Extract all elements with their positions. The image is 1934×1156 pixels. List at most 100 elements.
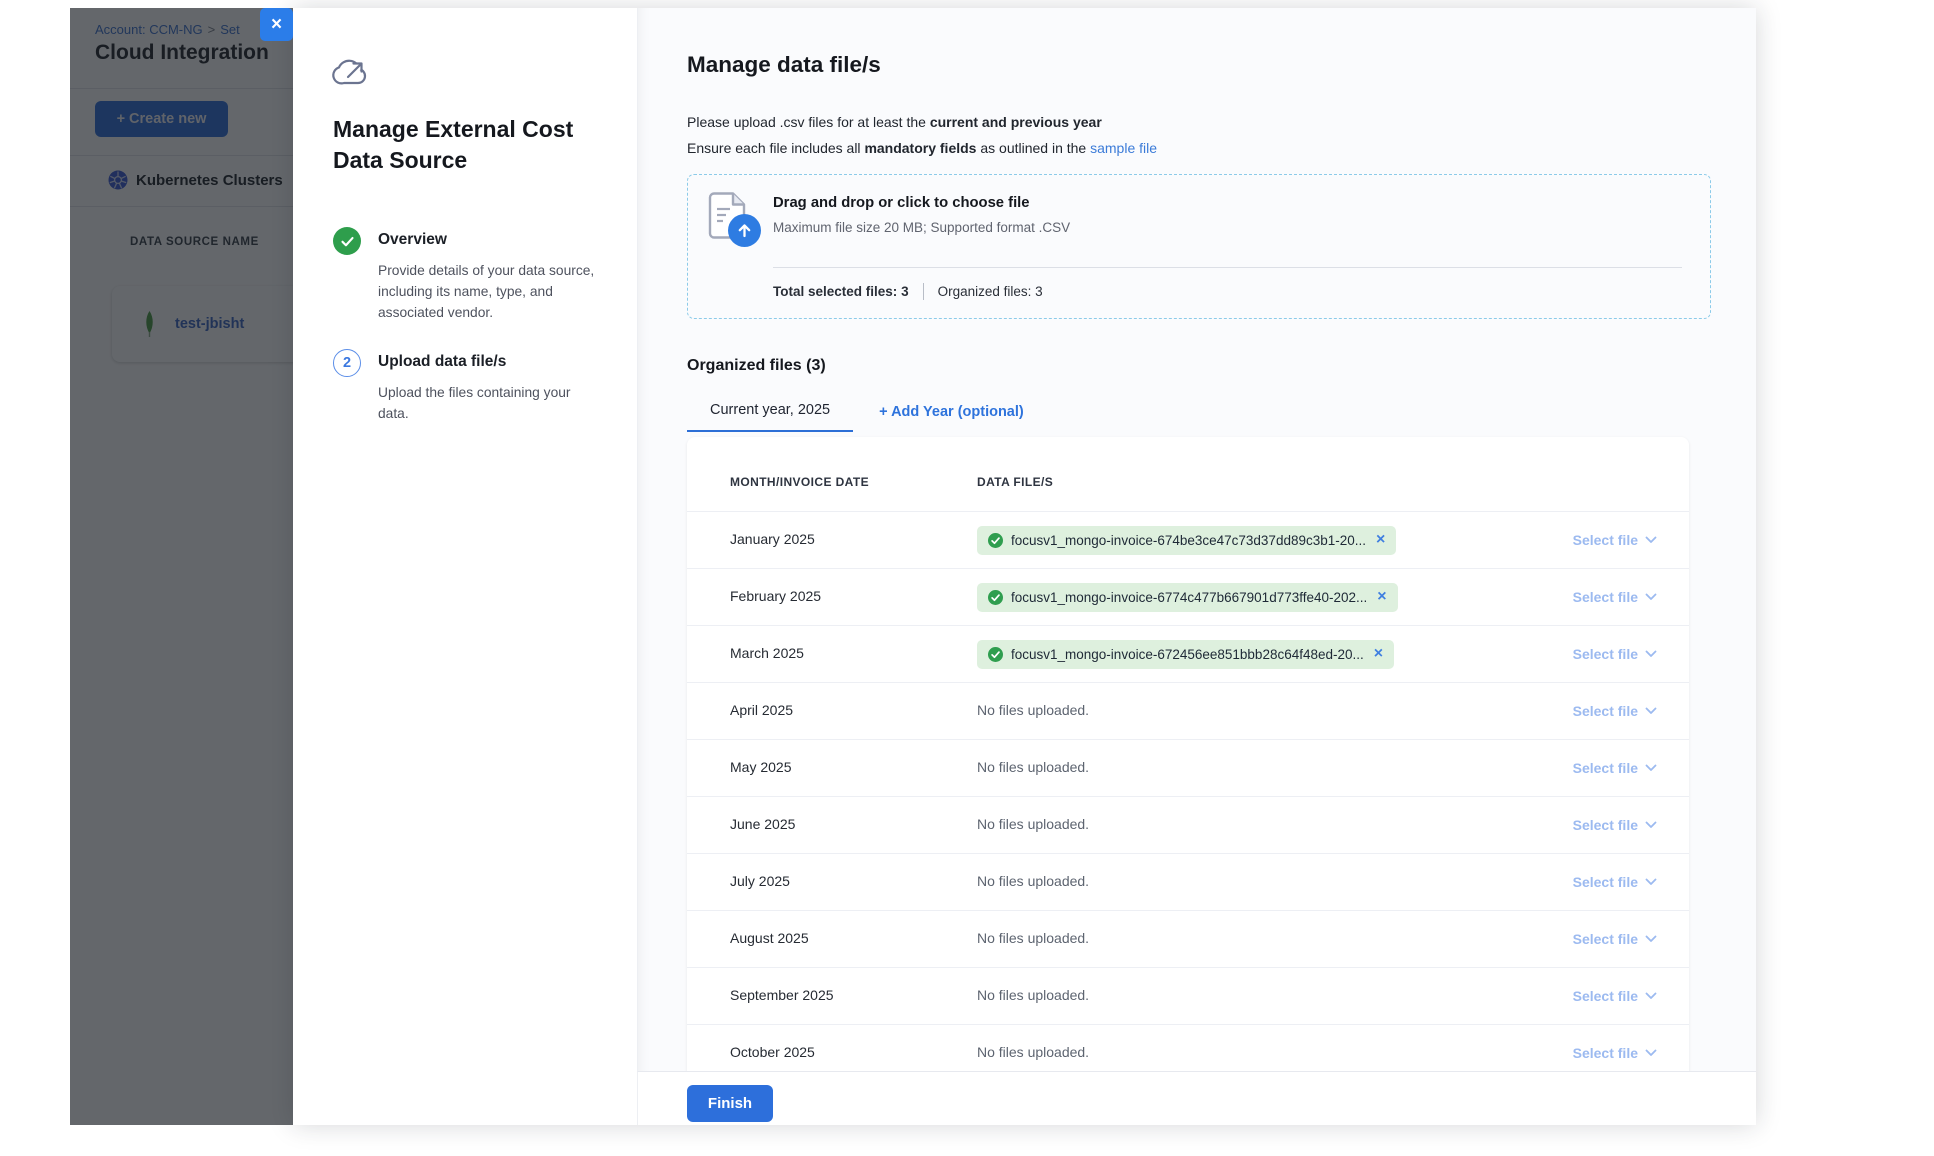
table-row: February 2025 focusv1_mongo-invoice-6774c…: [687, 568, 1689, 625]
no-files-text: No files uploaded.: [977, 1044, 1089, 1060]
column-header-data-files: DATA FILE/S: [977, 475, 1523, 489]
instruction-line-2: Ensure each file includes all mandatory …: [687, 140, 1157, 156]
breadcrumb: Account: CCM-NG > Set: [95, 22, 240, 37]
dialog-footer: Finish: [637, 1071, 1756, 1125]
sample-file-link[interactable]: sample file: [1090, 140, 1157, 156]
column-header-month: MONTH/INVOICE DATE: [687, 475, 977, 489]
select-file-dropdown[interactable]: Select file: [1573, 532, 1657, 548]
finish-button[interactable]: Finish: [687, 1085, 773, 1122]
upload-arrow-icon: [728, 214, 761, 247]
step-upload-label: Upload data file/s: [378, 353, 506, 371]
month-label: June 2025: [730, 816, 795, 832]
instruction-text: as outlined in the: [976, 140, 1090, 156]
file-dropzone[interactable]: Drag and drop or click to choose file Ma…: [687, 174, 1711, 319]
screen: Account: CCM-NG > Set Cloud Integration + …: [0, 0, 1934, 1156]
select-file-label: Select file: [1573, 988, 1638, 1004]
select-file-label: Select file: [1573, 589, 1638, 605]
remove-file-icon[interactable]: ×: [1377, 591, 1386, 603]
remove-file-icon[interactable]: ×: [1374, 648, 1383, 660]
totals-separator: [923, 283, 924, 300]
table-row: July 2025 No files uploaded. Select file: [687, 853, 1689, 910]
select-file-dropdown[interactable]: Select file: [1573, 760, 1657, 776]
uploaded-file-chip[interactable]: focusv1_mongo-invoice-6774c477b667901d77…: [977, 583, 1398, 612]
dropzone-title: Drag and drop or click to choose file: [773, 195, 1030, 211]
no-files-text: No files uploaded.: [977, 873, 1089, 889]
select-file-dropdown[interactable]: Select file: [1573, 1045, 1657, 1061]
select-file-dropdown[interactable]: Select file: [1573, 874, 1657, 890]
tab-current-year[interactable]: Current year, 2025: [687, 402, 853, 432]
wizard-title: Manage External Cost Data Source: [333, 114, 598, 176]
cloud-export-icon: [331, 56, 371, 89]
data-source-card[interactable]: test-jbisht: [112, 286, 293, 362]
chevron-down-icon: [1645, 821, 1657, 829]
step-number-badge: 2: [333, 349, 361, 377]
divider: [70, 155, 293, 156]
select-file-dropdown[interactable]: Select file: [1573, 589, 1657, 605]
select-file-label: Select file: [1573, 703, 1638, 719]
table-row: August 2025 No files uploaded. Select file: [687, 910, 1689, 967]
instruction-line-1: Please upload .csv files for at least th…: [687, 114, 1102, 130]
file-name: focusv1_mongo-invoice-6774c477b667901d77…: [1011, 590, 1367, 605]
dropzone-subtitle: Maximum file size 20 MB; Supported forma…: [773, 220, 1070, 235]
file-success-check-icon: [988, 647, 1003, 662]
background-page: Account: CCM-NG > Set Cloud Integration + …: [70, 8, 293, 1125]
no-files-text: No files uploaded.: [977, 816, 1089, 832]
month-label: January 2025: [730, 531, 815, 547]
select-file-dropdown[interactable]: Select file: [1573, 646, 1657, 662]
kubernetes-icon: [108, 170, 128, 190]
chevron-down-icon: [1645, 1049, 1657, 1057]
remove-file-icon[interactable]: ×: [1376, 534, 1385, 546]
tab-add-year[interactable]: + Add Year (optional): [853, 404, 1047, 432]
monthly-files-table: MONTH/INVOICE DATE DATA FILE/S January 2…: [687, 437, 1689, 1071]
file-success-check-icon: [988, 533, 1003, 548]
select-file-dropdown[interactable]: Select file: [1573, 817, 1657, 833]
manage-data-files-panel: Manage data file/s Please upload .csv fi…: [637, 8, 1756, 1071]
close-button[interactable]: ×: [260, 8, 293, 41]
uploaded-file-chip[interactable]: focusv1_mongo-invoice-672456ee851bbb28c6…: [977, 640, 1394, 669]
month-label: October 2025: [730, 1044, 815, 1060]
nav-kubernetes-clusters[interactable]: Kubernetes Clusters: [108, 170, 283, 190]
step-overview-description: Provide details of your data source, inc…: [378, 261, 600, 324]
instruction-text: Please upload .csv files for at least th…: [687, 114, 930, 130]
table-row: June 2025 No files uploaded. Select file: [687, 796, 1689, 853]
table-row: May 2025No files uploaded.Select file: [687, 739, 1689, 796]
month-label: July 2025: [730, 873, 790, 889]
manage-data-source-dialog: Manage External Cost Data Source Overvie…: [293, 8, 1756, 1125]
create-new-button[interactable]: + Create new: [95, 101, 228, 137]
organized-files-title: Organized files (3): [687, 357, 826, 375]
month-label: September 2025: [730, 987, 834, 1003]
page-title: Cloud Integration: [95, 41, 269, 65]
select-file-dropdown[interactable]: Select file: [1573, 703, 1657, 719]
month-label: February 2025: [730, 588, 821, 604]
uploaded-file-chip[interactable]: focusv1_mongo-invoice-674be3ce47c73d37dd…: [977, 526, 1396, 555]
chevron-down-icon: [1645, 764, 1657, 772]
column-header-data-source-name: DATA SOURCE NAME: [130, 236, 259, 248]
breadcrumb-account-link[interactable]: Account: CCM-NG: [95, 22, 203, 37]
month-label: March 2025: [730, 645, 804, 661]
chevron-down-icon: [1645, 878, 1657, 886]
mongodb-leaf-icon: [142, 311, 157, 337]
instruction-bold: mandatory fields: [864, 140, 976, 156]
breadcrumb-separator: >: [208, 22, 216, 37]
month-label: August 2025: [730, 930, 809, 946]
no-files-text: No files uploaded.: [977, 702, 1089, 718]
chevron-down-icon: [1645, 536, 1657, 544]
select-file-label: Select file: [1573, 760, 1638, 776]
file-name: focusv1_mongo-invoice-674be3ce47c73d37dd…: [1011, 533, 1366, 548]
file-success-check-icon: [988, 590, 1003, 605]
select-file-dropdown[interactable]: Select file: [1573, 931, 1657, 947]
select-file-dropdown[interactable]: Select file: [1573, 988, 1657, 1004]
chevron-down-icon: [1645, 707, 1657, 715]
chevron-down-icon: [1645, 593, 1657, 601]
breadcrumb-settings-link[interactable]: Set: [220, 22, 240, 37]
chevron-down-icon: [1645, 992, 1657, 1000]
total-selected-value: 3: [901, 284, 909, 299]
step-overview-label: Overview: [378, 231, 447, 249]
nav-item-label: Kubernetes Clusters: [136, 172, 283, 189]
select-file-label: Select file: [1573, 874, 1638, 890]
select-file-label: Select file: [1573, 532, 1638, 548]
no-files-text: No files uploaded.: [977, 759, 1089, 775]
instruction-bold: current and previous year: [930, 114, 1102, 130]
no-files-text: No files uploaded.: [977, 930, 1089, 946]
data-source-link[interactable]: test-jbisht: [175, 316, 244, 332]
